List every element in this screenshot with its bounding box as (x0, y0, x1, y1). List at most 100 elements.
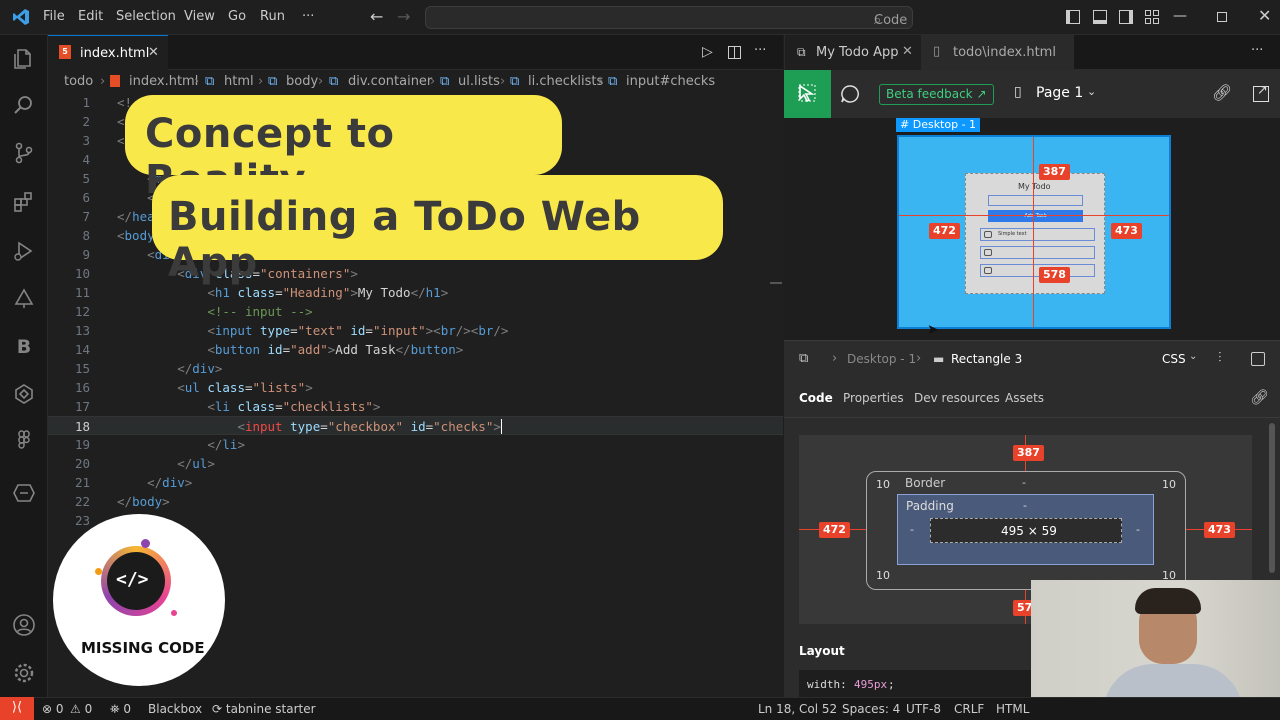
explorer-icon[interactable] (12, 47, 36, 71)
tab-properties[interactable]: Properties (843, 391, 904, 405)
close-window-icon[interactable]: ✕ (1258, 6, 1271, 25)
menu-more[interactable]: ··· (302, 9, 314, 24)
language-mode[interactable]: HTML (996, 702, 1029, 716)
back-arrow-icon[interactable]: ← (370, 7, 383, 26)
menu-selection[interactable]: Selection (116, 9, 176, 24)
banner-text: Building a ToDo Web App (168, 194, 641, 286)
breadcrumb: todo › index.html › ⧉ html › ⧉ body › ⧉ … (48, 71, 783, 93)
blackbox-icon[interactable]: B (12, 335, 36, 359)
frame-icon: # (900, 118, 910, 131)
layers-icon[interactable]: ⧉ (799, 351, 808, 366)
forward-arrow-icon[interactable]: → (397, 7, 410, 26)
settings-gear-icon[interactable] (12, 661, 36, 685)
breadcrumb-item[interactable]: div.container (348, 74, 432, 89)
end-of-line[interactable]: CRLF (954, 702, 984, 716)
menu-view[interactable]: View (184, 9, 215, 24)
beta-feedback-button[interactable]: Beta feedback ↗ (879, 84, 994, 105)
search-icon[interactable] (12, 93, 36, 117)
box-margin-right: 473 (1204, 522, 1235, 538)
measure-line-v (1033, 137, 1034, 327)
comment-icon[interactable] (840, 84, 860, 104)
frame-label[interactable]: # Desktop - 1 (896, 118, 981, 132)
panel-more-icon[interactable]: ··· (1251, 43, 1263, 58)
split-editor-icon[interactable] (728, 46, 741, 59)
figma-icon[interactable] (12, 429, 36, 453)
remote-indicator-icon[interactable]: ⟩⟨ (0, 697, 34, 720)
desktop-frame[interactable]: My Todo Add Task Simple text 387 472 473… (897, 135, 1171, 329)
customize-layout-icon[interactable] (1145, 10, 1159, 24)
link-add-icon[interactable]: 🔗︎ (1250, 388, 1269, 406)
element-icon: ⧉ (268, 74, 278, 89)
page-selector[interactable]: Page 1 (1036, 85, 1083, 101)
source-control-icon[interactable] (12, 141, 36, 165)
warnings-indicator[interactable]: ⚠ 0 (70, 702, 92, 716)
inspect-icon[interactable] (1251, 352, 1265, 366)
settings-sliders-icon[interactable]: ⫶ (1218, 350, 1222, 366)
code-line: 12 <!-- input --> (74, 304, 313, 319)
encoding[interactable]: UTF-8 (906, 702, 941, 716)
code-line: 22 </body> (74, 494, 170, 509)
open-external-icon[interactable]: ↗ (1253, 83, 1269, 102)
select-tool-button[interactable] (784, 70, 831, 118)
extensions-icon[interactable] (12, 190, 36, 214)
code-line-current: 18 <input type="checkbox" id="checks"> (48, 416, 783, 435)
menu-go[interactable]: Go (228, 9, 246, 24)
toggle-sidebar-icon[interactable] (1066, 10, 1080, 24)
close-tab-icon[interactable]: ✕ (902, 44, 913, 59)
figma-canvas[interactable]: # Desktop - 1 My Todo Add Task Simple te… (784, 118, 1280, 340)
tab-code[interactable]: Code (799, 391, 833, 405)
language-select[interactable]: CSS (1162, 352, 1186, 366)
minimize-icon[interactable]: — (1173, 8, 1187, 24)
mock-container[interactable]: My Todo Add Task Simple text (965, 173, 1105, 294)
breadcrumb-item[interactable]: index.html (129, 74, 198, 89)
chevron-down-icon[interactable]: ⌄ (1087, 85, 1096, 98)
code-line: 13 <input type="text" id="input"><br/><b… (74, 323, 509, 338)
restore-icon[interactable] (1217, 12, 1227, 22)
chevron-down-icon[interactable]: ⌄ (1189, 351, 1197, 362)
menu-file[interactable]: File (43, 9, 65, 24)
scrollbar[interactable] (1269, 423, 1275, 573)
gitlens-icon[interactable] (12, 287, 36, 311)
ports-indicator[interactable]: ⛯ 0 (110, 702, 131, 717)
editor-more-icon[interactable]: ··· (754, 43, 766, 58)
tab-index-html[interactable]: 5 index.html ✕ (48, 35, 168, 70)
box-content: 495 × 59 (930, 518, 1122, 543)
figma-tab-icon: ⧉ (797, 45, 806, 59)
toggle-panel-icon[interactable] (1093, 10, 1107, 24)
copilot-icon[interactable] (12, 382, 36, 406)
menu-edit[interactable]: Edit (78, 9, 103, 24)
tab-todo-index[interactable]: ▯ todo\index.html (921, 35, 1074, 70)
menu-run[interactable]: Run (260, 9, 285, 24)
tab-my-todo-app[interactable]: ⧉ My Todo App ✕ (785, 35, 921, 70)
breadcrumb-item[interactable]: todo (64, 74, 93, 89)
breadcrumb-item[interactable]: li.checklists (528, 74, 603, 89)
blackbox-status[interactable]: Blackbox (148, 702, 202, 716)
breadcrumb-item[interactable]: html (224, 74, 254, 89)
command-center-search[interactable]: ⌕ Code (425, 6, 913, 29)
remote-explorer-icon[interactable] (12, 481, 36, 505)
mock-add-button: Add Task (988, 210, 1083, 222)
breadcrumb-item[interactable]: input#checks (626, 74, 715, 89)
rectangle-icon: ▬ (933, 352, 945, 366)
code-line: 20 </ul> (74, 456, 215, 471)
close-tab-icon[interactable]: ✕ (148, 45, 159, 60)
activity-bar: B (0, 35, 48, 697)
cursor-position[interactable]: Ln 18, Col 52 (758, 702, 837, 716)
indentation[interactable]: Spaces: 4 (842, 702, 900, 716)
toggle-secondary-sidebar-icon[interactable] (1119, 10, 1133, 24)
code-line: 21 </div> (74, 475, 193, 490)
link-icon[interactable]: 🔗︎ (1212, 83, 1232, 102)
breadcrumb-parent[interactable]: Desktop - 1 (847, 352, 916, 366)
breadcrumb-item[interactable]: body (286, 74, 318, 89)
tabnine-status[interactable]: ⟳ tabnine starter (212, 702, 316, 716)
mock-list-item (980, 264, 1095, 277)
tab-dev-resources[interactable]: Dev resources (914, 391, 1000, 405)
run-icon[interactable]: ▷ (702, 44, 713, 60)
errors-indicator[interactable]: ⊗ 0 (42, 702, 64, 716)
tab-assets[interactable]: Assets (1005, 391, 1044, 405)
title-bar: File Edit Selection View Go Run ··· ← → … (0, 0, 1280, 35)
breadcrumb-item[interactable]: ul.lists (458, 74, 500, 89)
run-debug-icon[interactable] (12, 239, 36, 263)
element-icon: ⧉ (329, 74, 339, 89)
account-icon[interactable] (12, 613, 36, 637)
